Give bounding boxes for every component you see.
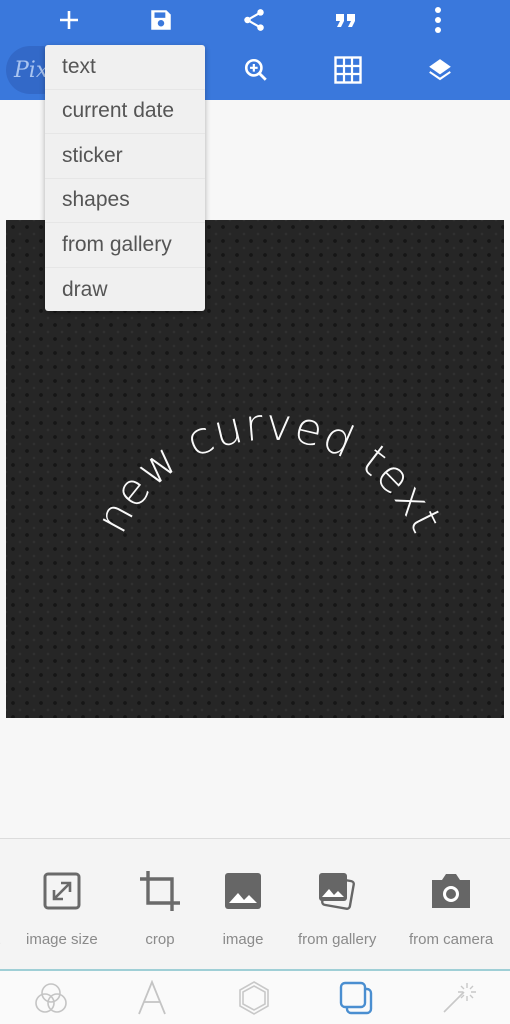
camera-icon xyxy=(429,869,473,913)
tool-from-camera[interactable]: from camera xyxy=(409,869,493,948)
text-icon xyxy=(138,980,166,1015)
save-icon[interactable] xyxy=(141,0,181,40)
tool-from-gallery[interactable]: from gallery xyxy=(298,869,376,948)
nav-blend[interactable] xyxy=(31,979,71,1017)
menu-item-current-date[interactable]: current date xyxy=(45,90,205,134)
image-icon xyxy=(221,869,265,913)
curved-text[interactable]: new curved text xyxy=(86,399,452,541)
tool-image[interactable]: image xyxy=(221,869,265,948)
tool-label: from camera xyxy=(409,931,494,948)
layers-squares-icon xyxy=(339,981,373,1015)
plus-icon[interactable] xyxy=(49,0,89,40)
tool-label: crop xyxy=(145,931,175,948)
tool-label: image xyxy=(222,931,264,948)
crop-icon xyxy=(138,869,182,913)
magic-wand-icon xyxy=(443,983,476,1013)
bottom-nav xyxy=(0,971,510,1024)
tool-image-size[interactable]: image size xyxy=(26,869,98,948)
nav-effects[interactable] xyxy=(438,979,478,1017)
nav-text[interactable] xyxy=(132,979,172,1017)
menu-item-draw[interactable]: draw xyxy=(45,268,205,312)
menu-item-shapes[interactable]: shapes xyxy=(45,179,205,223)
menu-item-from-gallery[interactable]: from gallery xyxy=(45,223,205,268)
logo-text: Pix xyxy=(14,57,49,83)
tool-label: image size xyxy=(26,931,98,948)
nav-image[interactable] xyxy=(336,979,376,1017)
add-menu-dropdown: text current date sticker shapes from ga… xyxy=(45,45,205,311)
nav-shapes[interactable] xyxy=(234,979,274,1017)
tool-crop[interactable]: crop xyxy=(138,869,182,948)
blend-circles-icon xyxy=(35,983,67,1013)
hexagon-icon xyxy=(239,981,269,1015)
quote-icon[interactable] xyxy=(326,0,366,40)
app-root: Pix new curved text t xyxy=(0,0,510,1024)
layers-icon[interactable] xyxy=(420,50,460,90)
share-icon[interactable] xyxy=(234,0,274,40)
tool-label: from gallery xyxy=(298,931,377,948)
curved-text-path: new curved text xyxy=(86,399,451,541)
from-gallery-icon xyxy=(315,869,359,913)
menu-item-sticker[interactable]: sticker xyxy=(45,134,205,179)
grid-icon[interactable] xyxy=(328,50,368,90)
tools-panel: t image size crop image from gallery xyxy=(0,838,510,971)
menu-item-text[interactable]: text xyxy=(45,45,205,90)
zoom-in-icon[interactable] xyxy=(236,50,276,90)
image-size-icon xyxy=(40,869,84,913)
more-vert-icon[interactable] xyxy=(418,0,458,40)
